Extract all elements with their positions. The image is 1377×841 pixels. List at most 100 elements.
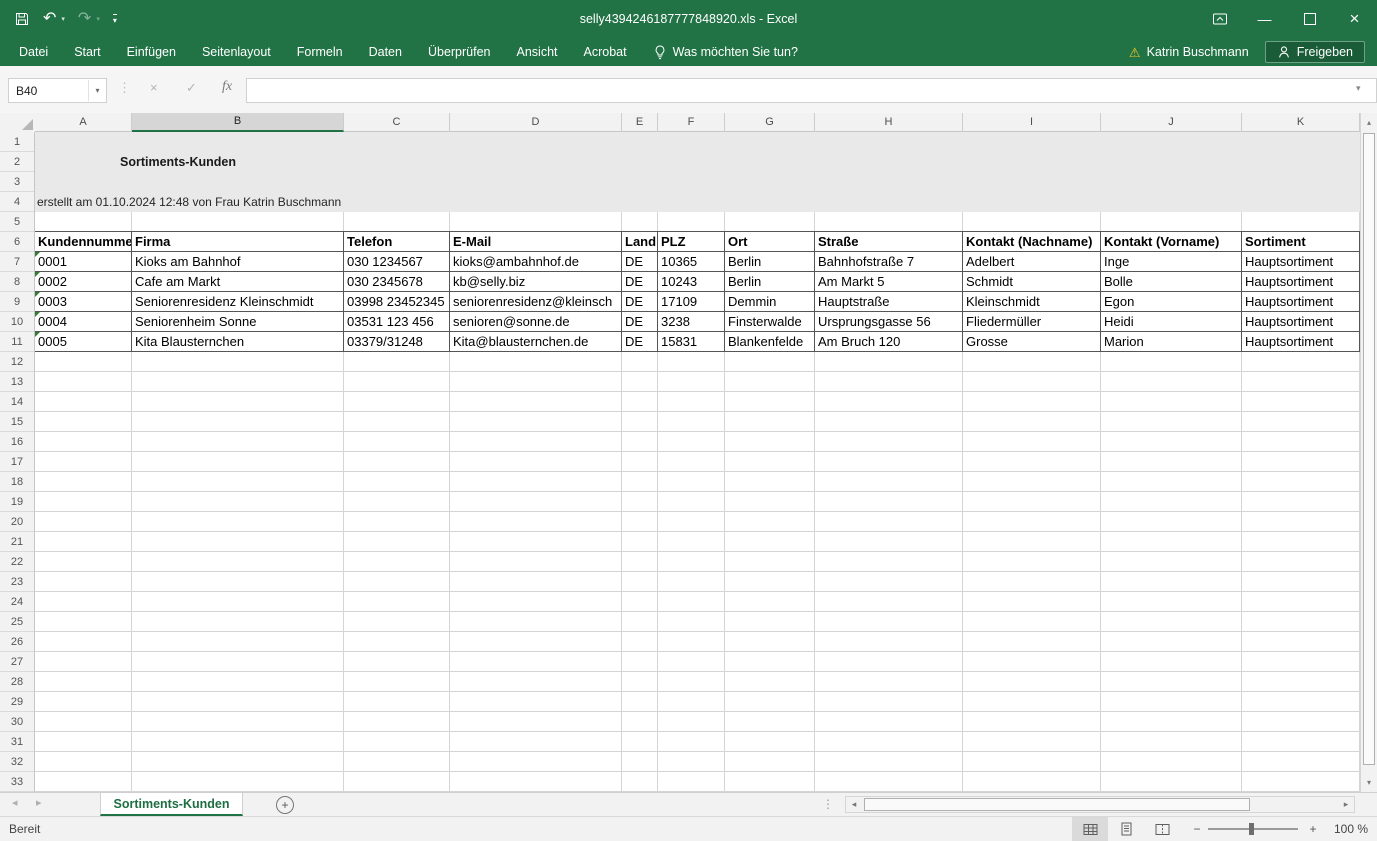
table-cell[interactable]: Hauptsortiment — [1242, 252, 1360, 272]
name-box[interactable]: B40 ▾ — [8, 78, 107, 103]
table-cell[interactable]: DE — [622, 312, 658, 332]
table-cell[interactable]: 0003 — [35, 292, 132, 312]
table-cell[interactable]: 03531 123 456 — [344, 312, 450, 332]
redo-dropdown-icon[interactable]: ▾ — [96, 15, 100, 23]
table-cell[interactable]: 0001 — [35, 252, 132, 272]
row-header-8[interactable]: 8 — [0, 272, 34, 292]
row-header-3[interactable]: 3 — [0, 172, 34, 192]
table-header-cell[interactable]: Ort — [725, 232, 815, 252]
save-icon[interactable] — [14, 11, 30, 27]
scroll-left-icon[interactable]: ◂ — [846, 797, 862, 812]
table-header-cell[interactable]: PLZ — [658, 232, 725, 252]
account-user[interactable]: ⚠ Katrin Buschmann — [1129, 45, 1249, 59]
row-header-22[interactable]: 22 — [0, 552, 34, 572]
table-cell[interactable]: senioren@sonne.de — [450, 312, 622, 332]
sheet-nav-next-icon[interactable]: ▸ — [36, 796, 42, 809]
column-header-A[interactable]: A — [35, 113, 132, 132]
row-header-16[interactable]: 16 — [0, 432, 34, 452]
row-header-19[interactable]: 19 — [0, 492, 34, 512]
row-header-24[interactable]: 24 — [0, 592, 34, 612]
ribbon-display-options-button[interactable] — [1197, 0, 1242, 38]
row-header-21[interactable]: 21 — [0, 532, 34, 552]
page-break-preview-button[interactable] — [1144, 817, 1180, 841]
table-header-cell[interactable]: Telefon — [344, 232, 450, 252]
insert-function-icon[interactable]: fx — [222, 79, 232, 95]
page-layout-view-button[interactable] — [1108, 817, 1144, 841]
table-cell[interactable]: Seniorenresidenz Kleinschmidt — [132, 292, 344, 312]
row-header-1[interactable]: 1 — [0, 132, 34, 152]
sheet-tab-active[interactable]: Sortiments-Kunden — [100, 793, 243, 816]
table-cell[interactable]: Marion — [1101, 332, 1242, 352]
row-header-13[interactable]: 13 — [0, 372, 34, 392]
table-cell[interactable]: 03379/31248 — [344, 332, 450, 352]
table-header-cell[interactable]: Kontakt (Vorname) — [1101, 232, 1242, 252]
ribbon-tab-einfügen[interactable]: Einfügen — [114, 38, 189, 66]
horizontal-scroll-thumb[interactable] — [864, 798, 1250, 811]
row-header-4[interactable]: 4 — [0, 192, 34, 212]
sheet-title-cell[interactable]: Sortiments-Kunden — [120, 152, 236, 172]
close-button[interactable]: × — [1332, 0, 1377, 38]
zoom-out-button[interactable]: − — [1188, 817, 1206, 841]
row-header-33[interactable]: 33 — [0, 772, 34, 792]
column-header-E[interactable]: E — [622, 113, 658, 132]
table-cell[interactable]: 15831 — [658, 332, 725, 352]
scroll-right-icon[interactable]: ▸ — [1338, 797, 1354, 812]
row-header-10[interactable]: 10 — [0, 312, 34, 332]
add-sheet-button[interactable]: + — [276, 796, 294, 814]
zoom-level[interactable]: 100 % — [1324, 817, 1368, 841]
table-cell[interactable]: Berlin — [725, 272, 815, 292]
table-cell[interactable]: Schmidt — [963, 272, 1101, 292]
column-header-B[interactable]: B — [132, 113, 344, 132]
column-header-F[interactable]: F — [658, 113, 725, 132]
minimize-button[interactable]: — — [1242, 0, 1287, 38]
table-cell[interactable]: Hauptsortiment — [1242, 292, 1360, 312]
row-header-32[interactable]: 32 — [0, 752, 34, 772]
row-header-6[interactable]: 6 — [0, 232, 34, 252]
zoom-slider[interactable] — [1208, 828, 1298, 830]
row-header-5[interactable]: 5 — [0, 212, 34, 232]
table-cell[interactable]: 03998 23452345 — [344, 292, 450, 312]
table-cell[interactable]: 3238 — [658, 312, 725, 332]
table-header-cell[interactable]: Sortiment — [1242, 232, 1360, 252]
table-cell[interactable]: 0002 — [35, 272, 132, 292]
undo-icon[interactable]: ↶ — [43, 11, 56, 27]
ribbon-tab-ansicht[interactable]: Ansicht — [504, 38, 571, 66]
normal-view-button[interactable] — [1072, 817, 1108, 841]
table-cell[interactable]: Kleinschmidt — [963, 292, 1101, 312]
row-header-15[interactable]: 15 — [0, 412, 34, 432]
formula-input[interactable] — [246, 78, 1377, 103]
row-header-30[interactable]: 30 — [0, 712, 34, 732]
table-cell[interactable]: Bolle — [1101, 272, 1242, 292]
table-header-cell[interactable]: Firma — [132, 232, 344, 252]
table-cell[interactable]: 030 1234567 — [344, 252, 450, 272]
row-header-11[interactable]: 11 — [0, 332, 34, 352]
column-header-I[interactable]: I — [963, 113, 1101, 132]
table-header-cell[interactable]: Straße — [815, 232, 963, 252]
table-cell[interactable]: DE — [622, 332, 658, 352]
table-cell[interactable]: Blankenfelde — [725, 332, 815, 352]
ribbon-tab-daten[interactable]: Daten — [356, 38, 415, 66]
customize-quick-access-icon[interactable]: ▾ — [113, 14, 117, 25]
table-cell[interactable]: kb@selly.biz — [450, 272, 622, 292]
row-header-27[interactable]: 27 — [0, 652, 34, 672]
table-cell[interactable]: Egon — [1101, 292, 1242, 312]
ribbon-tab-acrobat[interactable]: Acrobat — [571, 38, 640, 66]
table-cell[interactable]: seniorenresidenz@kleinsch — [450, 292, 622, 312]
undo-dropdown-icon[interactable]: ▾ — [61, 15, 65, 23]
table-cell[interactable]: Kita Blausternchen — [132, 332, 344, 352]
table-cell[interactable]: Hauptstraße — [815, 292, 963, 312]
table-cell[interactable]: Berlin — [725, 252, 815, 272]
tabbar-divider-icon[interactable]: ⋮ — [822, 797, 834, 811]
redo-icon[interactable]: ↷ — [78, 11, 91, 27]
row-header-25[interactable]: 25 — [0, 612, 34, 632]
table-cell[interactable]: 10243 — [658, 272, 725, 292]
row-header-9[interactable]: 9 — [0, 292, 34, 312]
table-cell[interactable]: Hauptsortiment — [1242, 332, 1360, 352]
row-header-20[interactable]: 20 — [0, 512, 34, 532]
column-header-G[interactable]: G — [725, 113, 815, 132]
sheet-nav-prev-icon[interactable]: ◂ — [12, 796, 18, 809]
table-cell[interactable]: 030 2345678 — [344, 272, 450, 292]
select-all-button[interactable] — [0, 113, 36, 133]
column-header-J[interactable]: J — [1101, 113, 1242, 132]
column-header-C[interactable]: C — [344, 113, 450, 132]
